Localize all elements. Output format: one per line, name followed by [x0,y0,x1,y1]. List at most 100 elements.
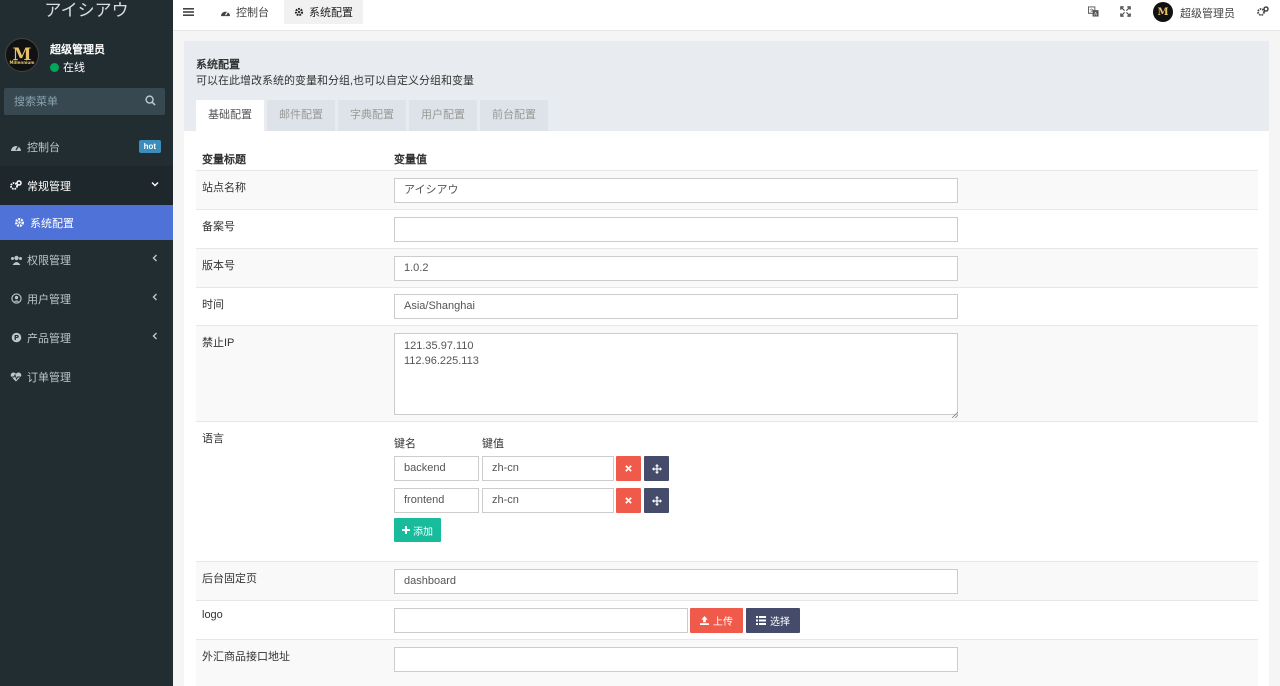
tab-system-config[interactable]: 系统配置 [284,0,363,24]
cogs-icon [9,180,23,191]
menu-toggle-icon[interactable] [183,6,194,20]
page-title: 系统配置 [196,59,240,71]
avatar: M Millennium [5,38,39,72]
drag-row-button[interactable] [644,456,669,481]
site-name-input[interactable]: アイシアウ [394,178,958,203]
config-panel: 系统配置 可以在此增改系统的变量和分组,也可以自定义分组和变量 基础配置 邮件配… [184,41,1269,686]
sidebar-item-products[interactable]: P 产品管理 [0,318,173,357]
key-header: 键名 [394,438,416,450]
tab-frontend-config[interactable]: 前台配置 [480,100,548,131]
brand-logo[interactable]: アイシアウ [0,0,173,22]
navbar-username[interactable]: 超级管理员 [1180,5,1235,21]
translate-icon[interactable]: 文A [1088,6,1099,20]
forex-api-input[interactable] [394,647,958,672]
users-icon [9,255,23,265]
add-row-button[interactable]: 添加 [394,518,441,542]
tab-basic-config[interactable]: 基础配置 [196,100,264,131]
row-label: 站点名称 [202,182,246,194]
row-label: logo [202,609,223,621]
dashboard-icon [220,8,231,17]
table-row: logo 上传 选择 [196,600,1258,639]
row-label: 后台固定页 [202,573,257,585]
gear-icon [294,7,304,17]
sidebar-menu: 控制台 hot 常规管理 系统配置 权限管理 用户管理 P 产品管理 订单管理 [0,127,173,396]
sidebar-item-general[interactable]: 常规管理 [0,166,173,205]
product-p-icon: P [9,332,23,343]
row-label: 语言 [202,433,224,445]
gear-icon [12,217,26,228]
tab-dictionary-config[interactable]: 字典配置 [338,100,406,131]
row-label: 备案号 [202,221,235,233]
navbar-avatar[interactable]: M [1153,2,1173,22]
svg-text:P: P [13,334,18,342]
user-circle-icon [9,293,23,304]
timezone-input[interactable]: Asia/Shanghai [394,294,958,319]
sidebar-item-orders[interactable]: 订单管理 [0,357,173,396]
row-label: 禁止IP [202,337,235,349]
drag-row-button[interactable] [644,488,669,513]
icp-input[interactable] [394,217,958,242]
tab-user-config[interactable]: 用户配置 [409,100,477,131]
sidebar: アイシアウ M Millennium 超级管理员 在线 控制台 hot [0,0,173,686]
user-panel: M Millennium 超级管理员 在线 [0,22,173,84]
cogs-icon[interactable] [1257,6,1269,20]
resize-handle-icon[interactable] [951,407,959,421]
col-title-header: 变量标题 [202,154,246,166]
remove-row-button[interactable] [616,456,641,481]
move-icon [651,495,662,506]
close-icon [625,497,632,504]
tab-dashboard[interactable]: 控制台 [210,0,279,24]
menu-search-input[interactable] [4,88,134,115]
chevron-left-icon [151,292,159,304]
language-key-input[interactable]: backend [394,456,479,481]
version-input[interactable]: 1.0.2 [394,256,958,281]
sidebar-item-users[interactable]: 用户管理 [0,279,173,318]
plus-icon [402,526,410,534]
sidebar-username: 超级管理员 [50,44,105,56]
table-header: 变量标题 变量值 [196,149,1258,171]
dashboard-icon [9,142,23,152]
close-icon [625,465,632,472]
chevron-down-icon [151,179,159,191]
menu-search [4,88,165,115]
online-status: 在线 [50,59,85,75]
choose-button[interactable]: 选择 [746,608,800,633]
hot-badge: hot [138,140,161,153]
top-navbar: 控制台 系统配置 文A M 超级管理员 [173,0,1280,31]
table-row: 后台固定页 dashboard [196,561,1258,600]
table-row: 时间 Asia/Shanghai [196,287,1258,325]
online-dot-icon [50,62,59,72]
table-row: 禁止IP 121.35.97.110 112.96.225.113 [196,325,1258,421]
fullscreen-icon[interactable] [1120,6,1131,20]
sidebar-item-permissions[interactable]: 权限管理 [0,240,173,279]
tab-email-config[interactable]: 邮件配置 [267,100,335,131]
table-row: 备案号 [196,209,1258,248]
language-value-input[interactable]: zh-cn [482,488,614,513]
logo-input[interactable] [394,608,688,633]
list-icon [756,616,766,625]
fixed-page-input[interactable]: dashboard [394,569,958,594]
panel-heading: 系统配置 可以在此增改系统的变量和分组,也可以自定义分组和变量 基础配置 邮件配… [184,41,1269,131]
heartbeat-icon [9,371,23,382]
sidebar-item-system-config[interactable]: 系统配置 [0,205,173,240]
sidebar-item-dashboard[interactable]: 控制台 hot [0,127,173,166]
search-icon[interactable] [145,95,156,109]
table-row: 站点名称 アイシアウ [196,170,1258,209]
forbidden-ip-textarea[interactable]: 121.35.97.110 112.96.225.113 [394,333,958,415]
row-label: 外汇商品接口地址 [202,651,290,663]
upload-icon [700,616,709,625]
chevron-left-icon [151,253,159,265]
table-row: 版本号 1.0.2 [196,248,1258,287]
move-icon [651,463,662,474]
language-key-input[interactable]: frontend [394,488,479,513]
remove-row-button[interactable] [616,488,641,513]
col-value-header: 变量值 [394,154,427,166]
value-header: 键值 [482,438,504,450]
upload-button[interactable]: 上传 [690,608,743,633]
chevron-left-icon [151,331,159,343]
row-label: 时间 [202,299,224,311]
table-row: 语言 键名 键值 backend zh-cn frontend zh-cn 添加 [196,421,1258,561]
table-row: 外汇商品接口地址 [196,639,1258,686]
page-description: 可以在此增改系统的变量和分组,也可以自定义分组和变量 [196,75,475,87]
language-value-input[interactable]: zh-cn [482,456,614,481]
